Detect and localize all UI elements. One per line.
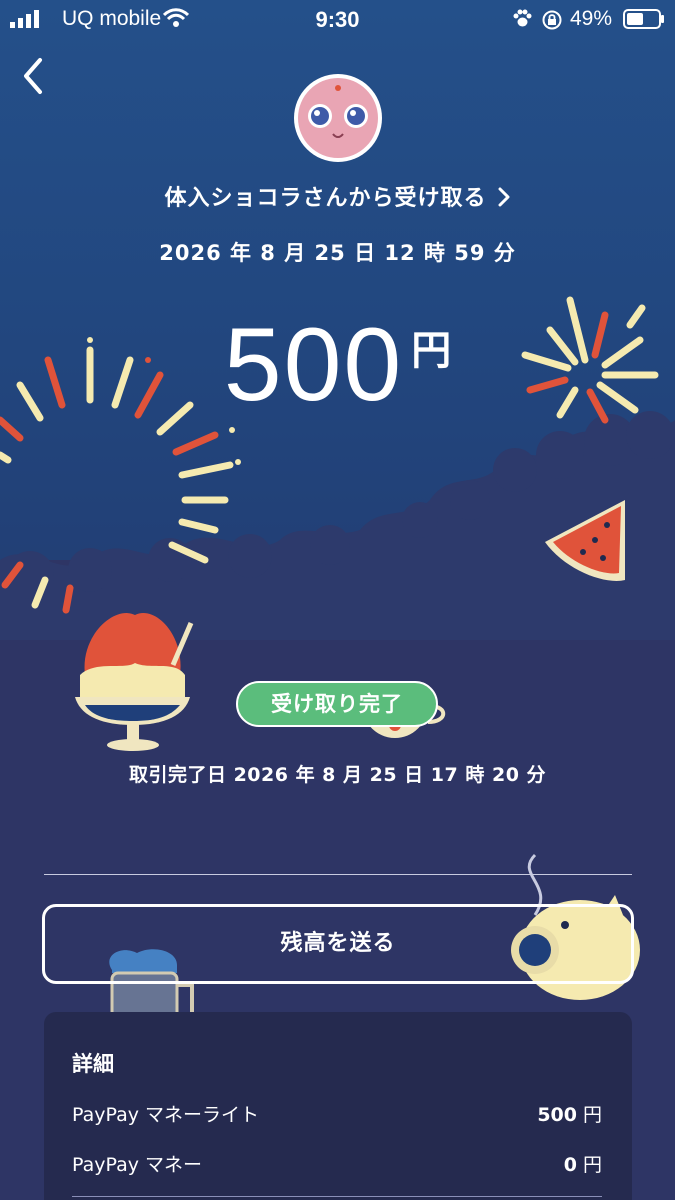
details-title: 詳細 (72, 1052, 114, 1076)
amount-value: 500 (223, 307, 404, 423)
sender-text: 体入ショコラさんから受け取る (164, 186, 487, 211)
rotation-lock-icon (542, 10, 562, 30)
amount-display: 500 円 (0, 306, 675, 425)
completed-datetime: 取引完了日 2026 年 8 月 25 日 17 時 20 分 (128, 764, 547, 786)
divider (44, 874, 632, 875)
detail-value: 500 円 (537, 1100, 602, 1127)
details-card: 詳細 PayPay マネーライト 500 円 PayPay マネー 0円 (44, 1012, 632, 1200)
chevron-left-icon (24, 58, 42, 94)
detail-amount: 0 (563, 1154, 577, 1176)
detail-value: 0円 (564, 1150, 602, 1177)
detail-label: PayPay マネー (72, 1154, 203, 1176)
detail-amount: 500 (537, 1104, 577, 1126)
sent-datetime: 2026 年 8 月 25 日 12 時 59 分 (159, 241, 516, 265)
status-bar: UQ mobile 9:30 49% (0, 0, 675, 40)
chevron-right-icon (498, 187, 509, 207)
status-badge: 受け取り完了 (236, 681, 438, 727)
avatar[interactable] (294, 74, 382, 162)
card-divider (72, 1196, 602, 1197)
detail-unit: 円 (582, 1104, 602, 1126)
detail-unit: 円 (582, 1154, 602, 1176)
sender-link[interactable]: 体入ショコラさんから受け取る (0, 180, 675, 212)
battery-icon (623, 9, 664, 29)
battery-percent: 49% (570, 7, 613, 30)
pink-character-avatar (298, 78, 378, 158)
detail-label: PayPay マネーライト (72, 1104, 260, 1126)
back-button[interactable] (14, 54, 54, 98)
amount-unit: 円 (411, 328, 452, 374)
send-balance-button[interactable]: 残高を送る (42, 904, 634, 984)
paw-icon (513, 9, 532, 27)
